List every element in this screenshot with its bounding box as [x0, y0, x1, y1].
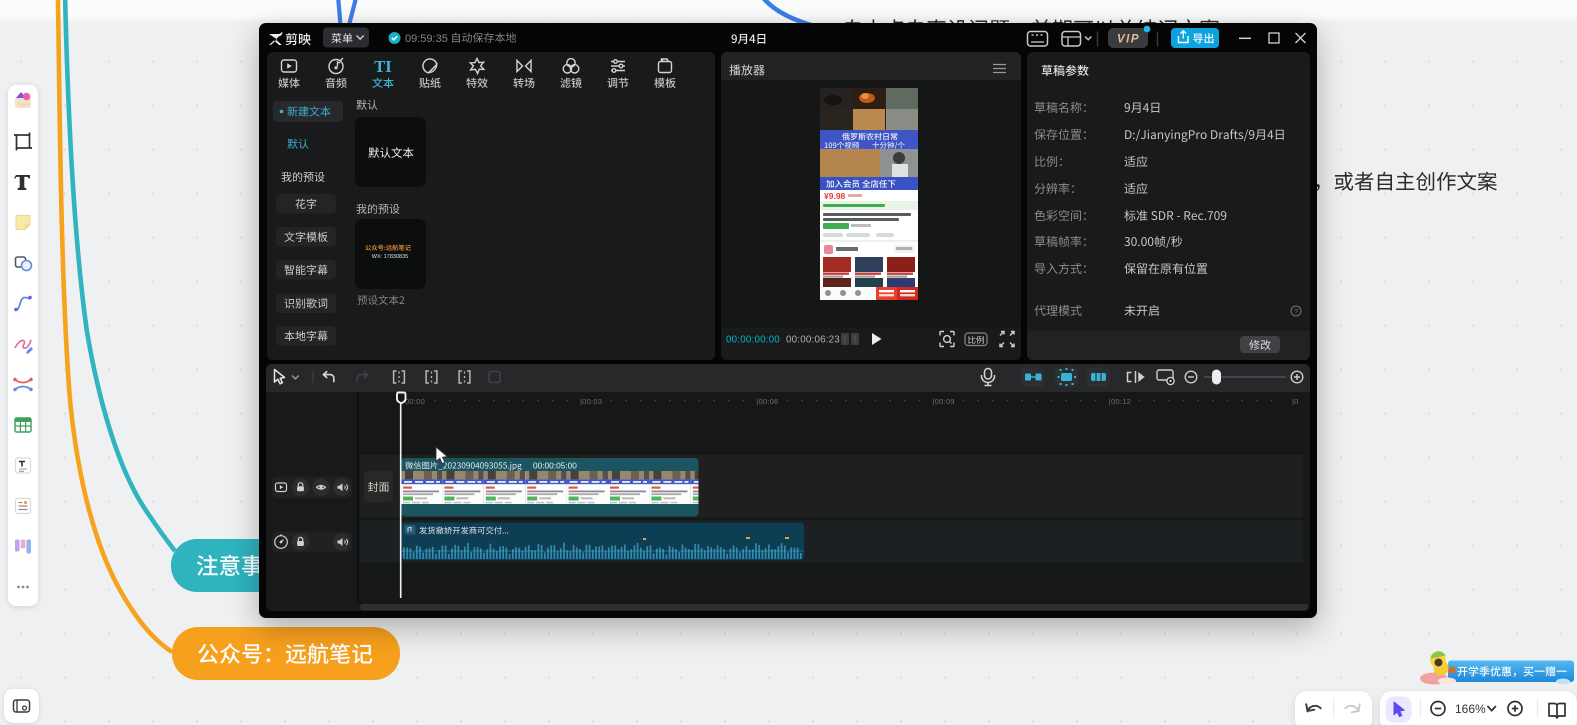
- svg-text:166%: 166%: [1455, 702, 1486, 716]
